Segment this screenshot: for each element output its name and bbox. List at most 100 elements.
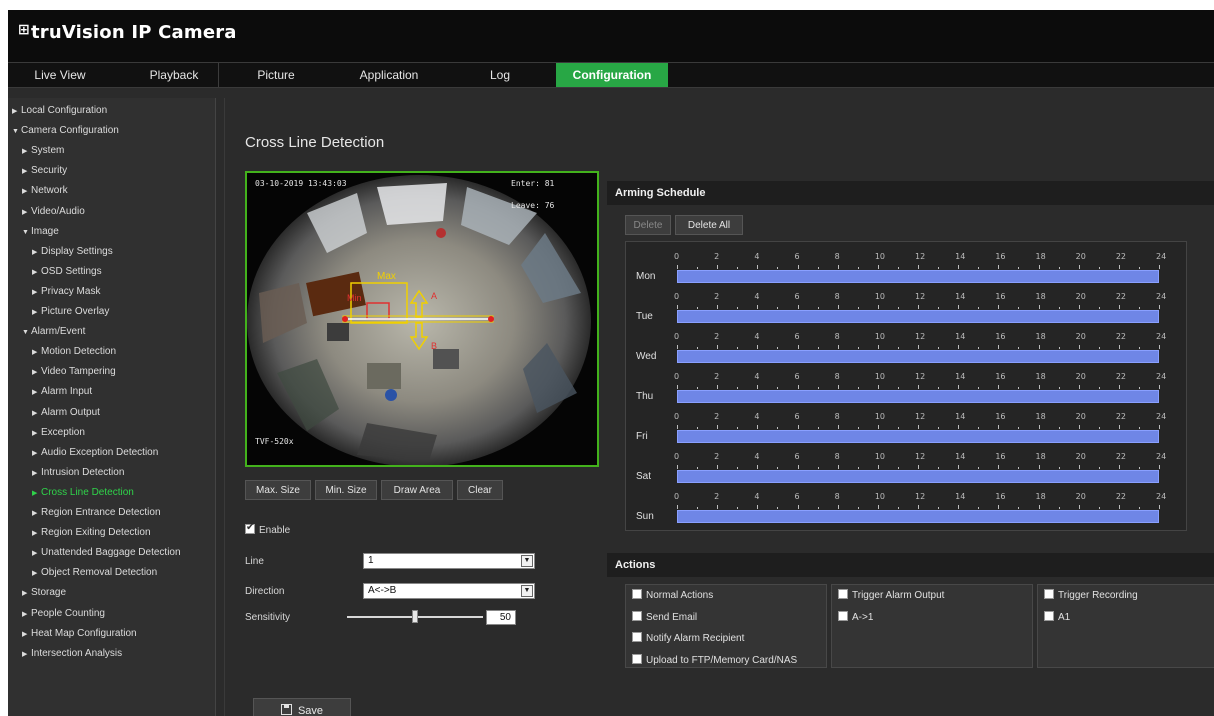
- sidebar-item[interactable]: ▶ Intersection Analysis: [22, 645, 122, 663]
- sidebar-item[interactable]: ▶ Motion Detection: [32, 343, 116, 361]
- schedule-hour-label: 14: [955, 252, 966, 261]
- tab-log[interactable]: Log: [454, 63, 546, 87]
- sidebar-item[interactable]: ▶ Picture Overlay: [32, 303, 109, 321]
- sidebar-item[interactable]: ▶ Intrusion Detection: [32, 464, 124, 482]
- sidebar-item[interactable]: ▶ People Counting: [22, 605, 105, 623]
- action-header-checkbox[interactable]: Trigger Recording: [1044, 589, 1138, 601]
- draw-area-button[interactable]: Draw Area: [381, 480, 453, 500]
- schedule-tick: [1078, 265, 1080, 269]
- sidebar-item[interactable]: ▶ Video Tampering: [32, 363, 116, 381]
- line-select[interactable]: 1 ▼: [363, 553, 535, 569]
- schedule-tick: [737, 387, 739, 389]
- action-checkbox[interactable]: A1: [1044, 610, 1071, 623]
- sidebar-item[interactable]: ▶ Unattended Baggage Detection: [32, 544, 181, 562]
- tab-application[interactable]: Application: [334, 63, 444, 87]
- video-preview[interactable]: 03-10-2019 13:43:03 Enter: 81 Leave: 76 …: [245, 171, 599, 467]
- schedule-tick: [677, 345, 678, 349]
- sidebar-item[interactable]: ▶ Object Removal Detection: [32, 564, 157, 582]
- sensitivity-value-field[interactable]: 50: [486, 610, 516, 625]
- sidebar-item[interactable]: ▶ Heat Map Configuration: [22, 625, 137, 643]
- sidebar-item[interactable]: ▶ OSD Settings: [32, 263, 102, 281]
- sidebar-item[interactable]: ▶ Alarm Input: [32, 383, 92, 401]
- schedule-tick: [837, 305, 839, 309]
- sidebar-item[interactable]: ▶ Network: [22, 182, 68, 200]
- action-label: A1: [1058, 611, 1071, 623]
- action-checkbox[interactable]: Notify Alarm Recipient: [632, 632, 744, 644]
- checkbox-box[interactable]: [632, 653, 642, 664]
- save-button[interactable]: Save: [253, 698, 351, 716]
- action-checkbox[interactable]: Send Email: [632, 610, 697, 623]
- schedule-tick: [717, 505, 719, 509]
- schedule-day-bar[interactable]: [677, 270, 1159, 283]
- sidebar-item[interactable]: ▶ Exception: [32, 424, 85, 442]
- checkbox-box[interactable]: [1044, 589, 1054, 599]
- max-size-button[interactable]: Max. Size: [245, 480, 311, 500]
- checkbox-box[interactable]: [632, 632, 642, 642]
- schedule-hour-label: 4: [754, 252, 760, 261]
- sidebar-item[interactable]: ▶ Video/Audio: [22, 203, 85, 221]
- enable-checkbox-box[interactable]: [245, 522, 255, 534]
- sidebar-item[interactable]: ▼ Alarm/Event: [22, 323, 85, 341]
- schedule-day-label: Fri: [636, 431, 648, 442]
- direction-select[interactable]: A<->B ▼: [363, 583, 535, 599]
- sidebar-item[interactable]: ▶ Local Configuration: [12, 102, 107, 120]
- tab-live-view[interactable]: Live View: [12, 63, 108, 87]
- sidebar-item-label: Heat Map Configuration: [31, 627, 137, 639]
- schedule-day-bar[interactable]: [677, 510, 1159, 523]
- schedule-hour-label: 0: [674, 252, 680, 261]
- schedule-day-bar[interactable]: [677, 470, 1159, 483]
- expanded-arrow-icon: ▼: [22, 329, 29, 337]
- clear-button[interactable]: Clear: [457, 480, 503, 500]
- action-header-checkbox[interactable]: Trigger Alarm Output: [838, 589, 944, 601]
- schedule-tick: [757, 385, 759, 389]
- collapsed-arrow-icon: ▶: [32, 449, 38, 457]
- schedule-tick: [1058, 347, 1060, 349]
- sidebar-item[interactable]: ▶ Cross Line Detection: [32, 484, 134, 502]
- schedule-hour-label: 16: [995, 252, 1006, 261]
- sidebar-item[interactable]: ▶ Region Exiting Detection: [32, 524, 151, 542]
- action-checkbox[interactable]: A->1: [838, 610, 873, 623]
- checkbox-box[interactable]: [632, 610, 642, 621]
- tab-playback[interactable]: Playback: [120, 63, 228, 87]
- schedule-tick: [897, 387, 899, 389]
- sidebar-item[interactable]: ▶ Alarm Output: [32, 404, 100, 422]
- checkbox-box[interactable]: [1044, 610, 1054, 621]
- schedule-hour-label: 20: [1075, 372, 1086, 381]
- actions-column: Trigger Recording A1: [1037, 584, 1214, 668]
- schedule-day-bar[interactable]: [677, 350, 1159, 363]
- schedule-tick: [1038, 265, 1040, 269]
- checkbox-box[interactable]: [838, 589, 848, 599]
- schedule-day-label: Wed: [636, 351, 657, 362]
- schedule-hour-label: 0: [674, 332, 680, 341]
- checkbox-box[interactable]: [838, 610, 848, 621]
- tab-picture[interactable]: Picture: [234, 63, 318, 87]
- sidebar-item[interactable]: ▼ Image: [22, 223, 59, 241]
- sidebar-item[interactable]: ▶ Storage: [22, 584, 66, 602]
- min-size-button[interactable]: Min. Size: [315, 480, 377, 500]
- sidebar-item[interactable]: ▼ Camera Configuration: [12, 122, 119, 140]
- sidebar-item[interactable]: ▶ Region Entrance Detection: [32, 504, 161, 522]
- schedule-tick: [1159, 425, 1160, 429]
- enable-checkbox[interactable]: Enable: [245, 522, 290, 536]
- schedule-tick: [1018, 267, 1020, 269]
- tab-configuration[interactable]: Configuration: [556, 63, 668, 87]
- checkbox-box[interactable]: [632, 589, 642, 599]
- sidebar-item[interactable]: ▶ Display Settings: [32, 243, 113, 261]
- sidebar-item[interactable]: ▶ Audio Exception Detection: [32, 444, 158, 462]
- schedule-hour-label: 16: [995, 452, 1006, 461]
- action-checkbox[interactable]: Upload to FTP/Memory Card/NAS: [632, 653, 797, 666]
- sensitivity-slider-thumb[interactable]: [412, 610, 418, 623]
- delete-all-button[interactable]: Delete All: [675, 215, 743, 235]
- sidebar-item[interactable]: ▶ Privacy Mask: [32, 283, 100, 301]
- schedule-day-bar[interactable]: [677, 430, 1159, 443]
- collapsed-arrow-icon: ▶: [32, 248, 38, 256]
- sidebar-item[interactable]: ▶ Security: [22, 162, 67, 180]
- schedule-day-bar[interactable]: [677, 310, 1159, 323]
- schedule-day-bar[interactable]: [677, 390, 1159, 403]
- sidebar-item[interactable]: ▶ System: [22, 142, 64, 160]
- schedule-hour-label: 16: [995, 332, 1006, 341]
- delete-button[interactable]: Delete: [625, 215, 671, 235]
- action-header-checkbox[interactable]: Normal Actions: [632, 589, 713, 601]
- schedule-tick: [1118, 265, 1120, 269]
- collapsed-arrow-icon: ▶: [12, 108, 18, 115]
